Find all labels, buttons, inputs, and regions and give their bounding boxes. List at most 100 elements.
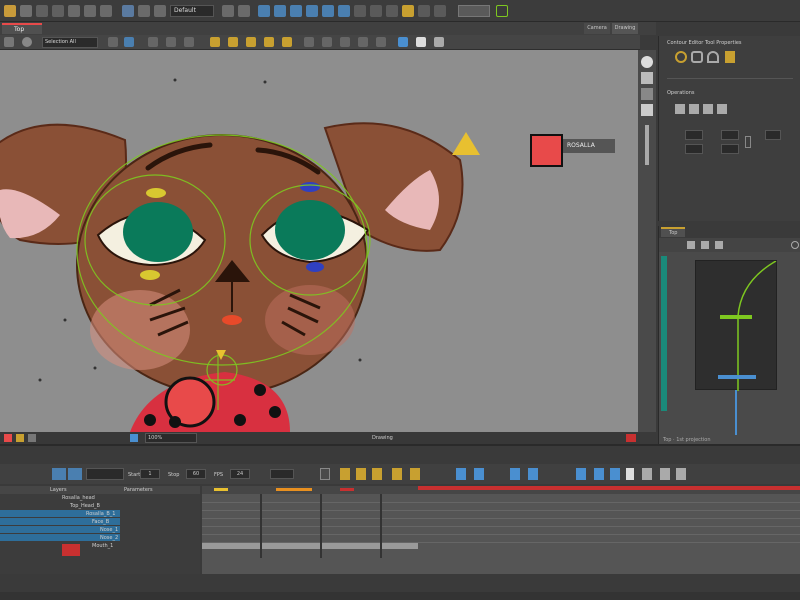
contour-mode-icon[interactable] xyxy=(675,51,687,63)
cutter-icon[interactable] xyxy=(264,37,274,47)
camera-view-icon[interactable] xyxy=(398,37,408,47)
link-ratio-icon[interactable] xyxy=(745,136,751,148)
grid-toggle-icon[interactable] xyxy=(434,5,446,17)
keyframe-add-icon[interactable] xyxy=(320,468,330,480)
height-field-2[interactable] xyxy=(721,144,739,154)
keyframe-icon-2[interactable] xyxy=(356,468,366,480)
drawing-tab[interactable]: Drawing xyxy=(612,23,638,34)
tween-icon-3[interactable] xyxy=(510,468,520,480)
keyframe-icon-5[interactable] xyxy=(410,468,420,480)
paint-tool-icon[interactable] xyxy=(258,5,270,17)
preview-zoom-icon[interactable] xyxy=(791,241,799,249)
frame-field[interactable] xyxy=(270,469,294,479)
settings-icon[interactable] xyxy=(434,37,444,47)
lock-keyframe-icon[interactable] xyxy=(626,468,634,480)
playback-range-bar[interactable] xyxy=(86,468,124,480)
brush-mode-icon[interactable] xyxy=(725,51,735,63)
lock-icon[interactable] xyxy=(108,37,118,47)
undo-icon[interactable] xyxy=(36,5,48,17)
align-icon[interactable] xyxy=(358,37,368,47)
deform-chain-icon[interactable] xyxy=(641,72,653,84)
select-tool-icon[interactable] xyxy=(122,5,134,17)
clear-keyframe-icon[interactable] xyxy=(676,468,686,480)
preview-grid-icon[interactable] xyxy=(701,241,709,249)
sync-keyframe-icon[interactable] xyxy=(642,468,652,480)
brush-tool-icon[interactable] xyxy=(154,5,166,17)
selected-element-box[interactable] xyxy=(530,134,563,167)
ungroup-icon[interactable] xyxy=(322,37,332,47)
save-icon[interactable] xyxy=(20,5,32,17)
sync-icon[interactable] xyxy=(641,104,653,116)
arrange-icon[interactable] xyxy=(340,37,350,47)
width-field-3[interactable] xyxy=(765,130,781,140)
distribute-icon[interactable] xyxy=(376,37,386,47)
layer-row-selected[interactable]: Nose_2 xyxy=(0,534,120,541)
redo-icon[interactable] xyxy=(52,5,64,17)
magnet-mode-icon[interactable] xyxy=(707,51,719,63)
drawing-canvas[interactable]: ROSALLA xyxy=(0,50,638,432)
contour-tool-icon[interactable] xyxy=(274,5,286,17)
copy-icon[interactable] xyxy=(84,5,96,17)
op-icon-4[interactable] xyxy=(717,104,727,114)
delete-keyframe-icon[interactable] xyxy=(660,468,670,480)
status-yellow-icon[interactable] xyxy=(16,434,24,442)
keyframe-icon-3[interactable] xyxy=(372,468,382,480)
keyframe-icon-1[interactable] xyxy=(340,468,350,480)
exposure-block[interactable] xyxy=(202,543,418,549)
rotate-tool-icon[interactable] xyxy=(370,5,382,17)
play-button[interactable] xyxy=(52,468,66,480)
brush-size-icon[interactable] xyxy=(228,37,238,47)
view-tab-top[interactable]: Top xyxy=(2,23,42,34)
loop-button[interactable] xyxy=(68,468,82,480)
flip-h-icon[interactable] xyxy=(166,37,176,47)
tween-icon-7[interactable] xyxy=(610,468,620,480)
preview-tab[interactable]: Top xyxy=(661,227,685,237)
smooth-icon[interactable] xyxy=(282,37,292,47)
transform-tool-icon[interactable] xyxy=(138,5,150,17)
layer-row-selected[interactable]: Rosalla_B_1 xyxy=(0,510,120,517)
bone-tool-icon[interactable] xyxy=(402,5,414,17)
layer-row-selected[interactable]: Face_B xyxy=(0,518,120,525)
camera-icon[interactable] xyxy=(641,56,653,68)
start-field[interactable]: 1 xyxy=(140,469,160,479)
reset-view-icon[interactable] xyxy=(22,37,32,47)
op-icon-1[interactable] xyxy=(675,104,685,114)
lasso-mode-icon[interactable] xyxy=(691,51,703,63)
layer-row[interactable]: Top_Head_B xyxy=(0,502,120,509)
render-preview-icon[interactable] xyxy=(416,37,426,47)
scroll-indicator[interactable] xyxy=(645,125,649,165)
tween-icon-1[interactable] xyxy=(456,468,466,480)
stop-field[interactable]: 60 xyxy=(186,469,206,479)
vertical-handle-icon[interactable] xyxy=(641,88,653,100)
group-icon[interactable] xyxy=(304,37,314,47)
zoom-tool-icon[interactable] xyxy=(354,5,366,17)
fps-field[interactable]: 24 xyxy=(230,469,250,479)
camera-tab[interactable]: Camera xyxy=(584,23,610,34)
op-icon-2[interactable] xyxy=(689,104,699,114)
keyframe-icon-4[interactable] xyxy=(392,468,402,480)
frame-tracks[interactable] xyxy=(202,494,800,574)
snap-icon[interactable] xyxy=(148,37,158,47)
eraser-tool-icon[interactable] xyxy=(238,5,250,17)
layer-row-selected[interactable]: Nose_1 xyxy=(0,526,120,533)
stroke-icon[interactable] xyxy=(246,37,256,47)
drawing-layer-dropdown[interactable]: Selection All xyxy=(42,37,98,48)
tween-icon-5[interactable] xyxy=(576,468,586,480)
ellipse-tool-icon[interactable] xyxy=(322,5,334,17)
rotate-view-icon[interactable] xyxy=(124,37,134,47)
status-grid-icon[interactable] xyxy=(28,434,36,442)
workspace-dropdown[interactable]: Default xyxy=(170,5,214,17)
line-tool-icon[interactable] xyxy=(290,5,302,17)
pencil-tool-icon[interactable] xyxy=(222,5,234,17)
text-tool-icon[interactable] xyxy=(338,5,350,17)
op-icon-3[interactable] xyxy=(703,104,713,114)
status-red-icon[interactable] xyxy=(4,434,12,442)
timeline-bottom-scroll[interactable] xyxy=(0,592,800,600)
layer-row[interactable]: Mouth_1 xyxy=(0,542,120,549)
layer-row[interactable]: Rosalla_head xyxy=(0,494,120,501)
flip-v-icon[interactable] xyxy=(184,37,194,47)
width-field-1[interactable] xyxy=(685,130,703,140)
tween-icon-2[interactable] xyxy=(474,468,484,480)
preview-eye-icon[interactable] xyxy=(715,241,723,249)
deform-tool-icon[interactable] xyxy=(386,5,398,17)
